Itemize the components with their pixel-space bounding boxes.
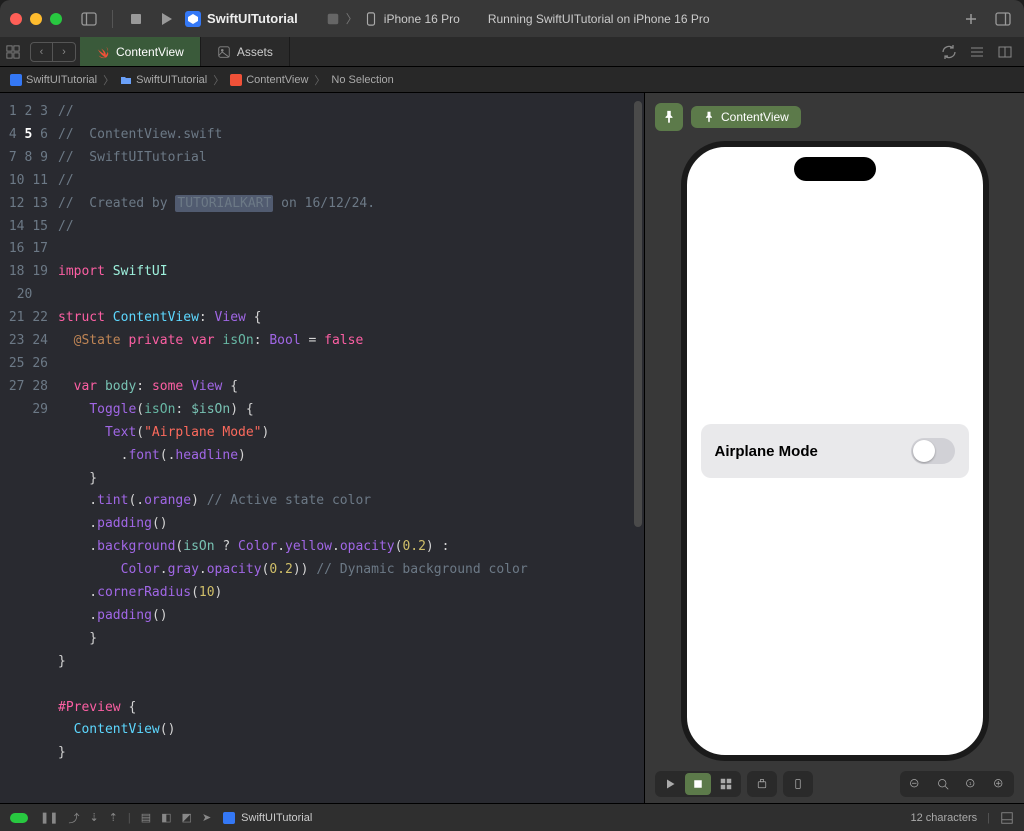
- add-tab-icon[interactable]: [960, 8, 982, 30]
- device-icon: [364, 12, 378, 26]
- close-window-button[interactable]: [10, 13, 22, 25]
- tab-contentview[interactable]: ContentView: [80, 37, 201, 66]
- swift-icon: [230, 74, 242, 86]
- breadcrumb-item[interactable]: SwiftUITutorial: [136, 74, 207, 86]
- canvas-bottom-bar: 1: [645, 771, 1024, 797]
- chevron-right-icon: 〉: [213, 72, 224, 88]
- pin-icon: [703, 111, 715, 123]
- debug-bar: ❚❚ ⤴ ⇣ ⇡ | ▤ ◧ ◩ ➤ SwiftUITutorial 12 ch…: [0, 803, 1024, 831]
- project-label[interactable]: SwiftUITutorial: [185, 11, 298, 27]
- app-icon: [185, 11, 201, 27]
- live-preview-button[interactable]: [657, 773, 683, 795]
- selection-info: 12 characters: [910, 812, 977, 824]
- toggle-debug-area-icon[interactable]: [1000, 811, 1014, 825]
- zoom-out-button[interactable]: [902, 773, 928, 795]
- tab-assets[interactable]: Assets: [201, 37, 290, 66]
- breadcrumb-item[interactable]: ContentView: [246, 74, 308, 86]
- airplane-mode-switch[interactable]: [911, 438, 955, 464]
- zoom-in-button[interactable]: [986, 773, 1012, 795]
- zoom-actual-button[interactable]: 1: [958, 773, 984, 795]
- window-toolbar: SwiftUITutorial 〉 iPhone 16 Pro Running …: [0, 0, 1024, 37]
- chevron-right-icon: 〉: [103, 72, 114, 88]
- sync-icon[interactable]: [938, 41, 960, 63]
- preview-canvas: ContentView Airplane Mode: [644, 93, 1024, 803]
- step-out-icon[interactable]: ⇡: [109, 811, 118, 824]
- code-content[interactable]: // // ContentView.swift // SwiftUITutori…: [58, 93, 644, 803]
- library-icon[interactable]: [992, 8, 1014, 30]
- pause-icon[interactable]: ❚❚: [40, 811, 58, 824]
- pin-preview-button[interactable]: [655, 103, 683, 131]
- adjust-editor-icon[interactable]: [966, 41, 988, 63]
- scheme-app-icon: [326, 12, 340, 26]
- zoom-window-button[interactable]: [50, 13, 62, 25]
- line-gutter: 1 2 3 4 5 6 7 8 9 10 11 12 13 14 15 16 1…: [0, 93, 58, 803]
- breadcrumb-item[interactable]: No Selection: [331, 74, 393, 86]
- code-editor[interactable]: 1 2 3 4 5 6 7 8 9 10 11 12 13 14 15 16 1…: [0, 93, 644, 803]
- preview-badge-label: ContentView: [721, 110, 789, 124]
- toggle-navigator-icon[interactable]: [78, 8, 100, 30]
- device-settings-button[interactable]: [749, 773, 775, 795]
- back-button[interactable]: ‹: [31, 43, 53, 61]
- stop-button[interactable]: [125, 8, 147, 30]
- variants-button[interactable]: [713, 773, 739, 795]
- breadcrumb: SwiftUITutorial 〉 SwiftUITutorial 〉 Cont…: [0, 67, 1024, 93]
- toggle-label: Airplane Mode: [715, 443, 818, 460]
- status-text: Running SwiftUITutorial on iPhone 16 Pro: [488, 12, 710, 26]
- tab-label: ContentView: [116, 45, 184, 59]
- tab-label: Assets: [237, 45, 273, 59]
- tab-bar: ‹ › ContentView Assets: [0, 37, 1024, 67]
- pin-icon: [662, 110, 676, 124]
- debug-target-label[interactable]: SwiftUITutorial: [241, 812, 312, 824]
- chevron-right-icon: 〉: [314, 72, 325, 88]
- app-icon: [223, 812, 235, 824]
- main-area: 1 2 3 4 5 6 7 8 9 10 11 12 13 14 15 16 1…: [0, 93, 1024, 803]
- folder-icon: [120, 74, 132, 86]
- orientation-button[interactable]: [785, 773, 811, 795]
- history-nav: ‹ ›: [30, 42, 76, 62]
- scheme-selector[interactable]: 〉 iPhone 16 Pro: [326, 10, 460, 27]
- step-over-icon[interactable]: ⤴: [68, 810, 79, 826]
- scheme-device-text: iPhone 16 Pro: [384, 12, 460, 26]
- swift-icon: [96, 45, 110, 59]
- canvas-toolbar: ContentView: [645, 93, 1024, 141]
- svg-text:1: 1: [969, 781, 972, 786]
- zoom-fit-button[interactable]: [930, 773, 956, 795]
- project-icon: [10, 74, 22, 86]
- run-status-indicator: [10, 813, 28, 823]
- device-content: Airplane Mode: [687, 147, 983, 755]
- forward-button[interactable]: ›: [53, 43, 75, 61]
- traffic-lights: [10, 13, 62, 25]
- step-into-icon[interactable]: ⇣: [89, 811, 98, 824]
- add-editor-icon[interactable]: [994, 41, 1016, 63]
- editor-scrollbar[interactable]: [634, 101, 642, 527]
- assets-icon: [217, 45, 231, 59]
- preview-badge[interactable]: ContentView: [691, 106, 801, 128]
- device-frame: Airplane Mode: [681, 141, 989, 761]
- selectable-preview-button[interactable]: [685, 773, 711, 795]
- project-name-text: SwiftUITutorial: [207, 11, 298, 26]
- scheme-chevron-icon: 〉: [346, 10, 358, 27]
- env-overrides-icon[interactable]: ◩: [182, 811, 192, 824]
- simulate-location-icon[interactable]: ➤: [202, 811, 211, 824]
- run-button[interactable]: [155, 8, 177, 30]
- memory-graph-icon[interactable]: ◧: [161, 811, 171, 824]
- minimize-window-button[interactable]: [30, 13, 42, 25]
- breadcrumb-item[interactable]: SwiftUITutorial: [26, 74, 97, 86]
- debug-view-icon[interactable]: ▤: [141, 811, 151, 824]
- related-items-icon[interactable]: [0, 37, 26, 66]
- toggle-row: Airplane Mode: [701, 424, 969, 478]
